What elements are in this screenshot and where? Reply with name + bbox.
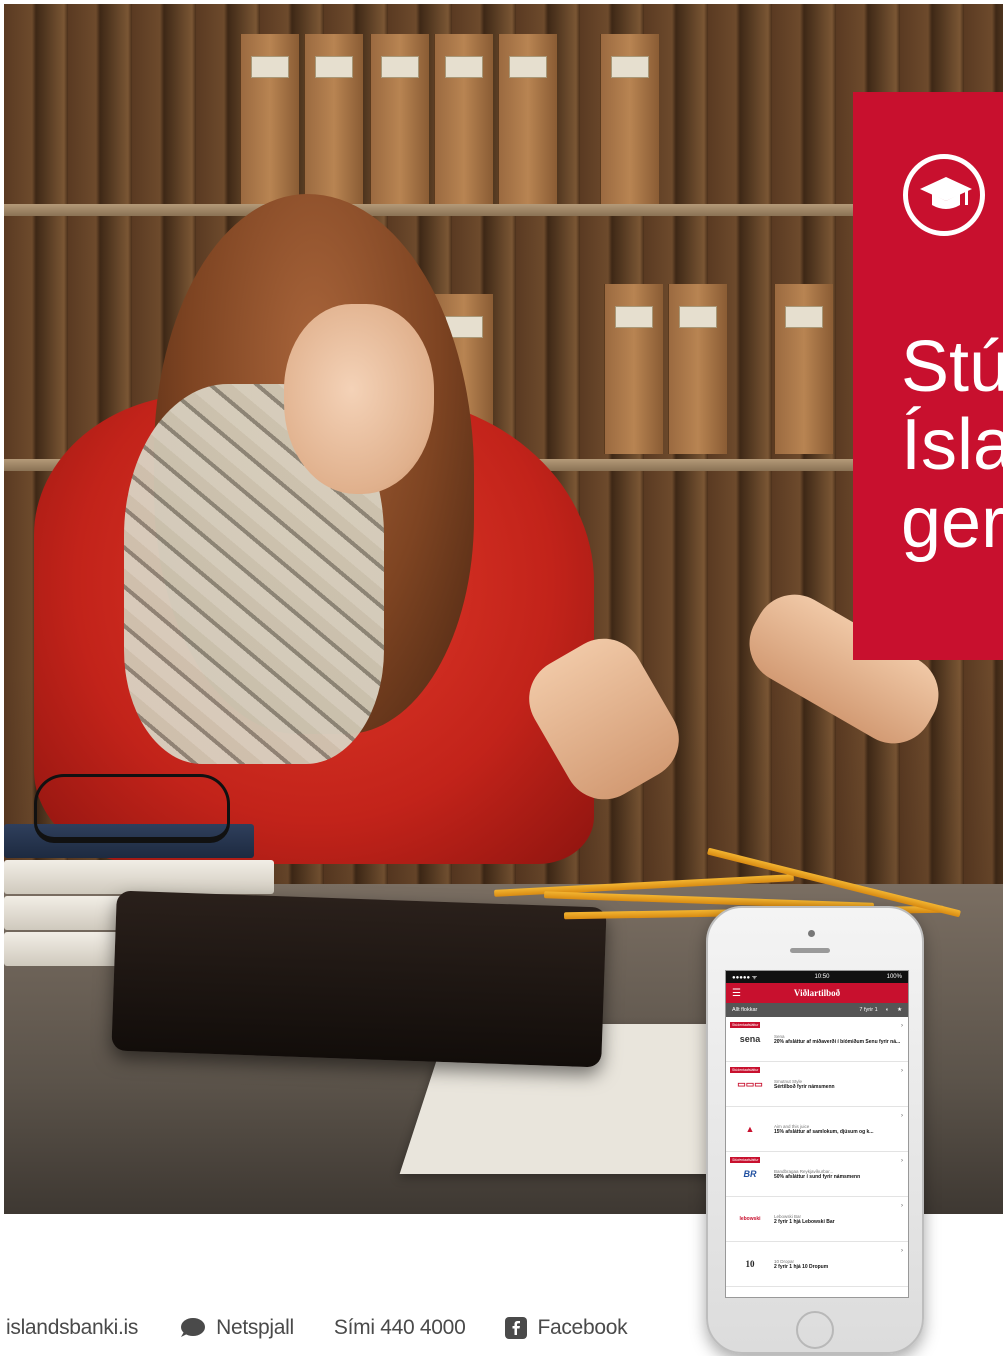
merchant-logo: ▲ (730, 1115, 770, 1143)
student-discount-tag: Stúdentaafsláttur (730, 1067, 761, 1073)
offer-description: 2 fyrir 1 hjá Lebowski Bar (774, 1218, 835, 1225)
promo-banner: Stú Ísla ger (853, 92, 1003, 660)
status-signal: ●●●●● ᯤ (732, 975, 758, 981)
logo-text: BR (743, 1169, 757, 1179)
chat-label: Netspjall (216, 1316, 294, 1339)
facebook-icon (505, 1317, 528, 1339)
home-button[interactable] (796, 1311, 834, 1349)
logo-text: sena (739, 1034, 761, 1044)
app-header: ☰ Viðlartilboð (726, 983, 908, 1003)
offer-item[interactable]: 10 10 Dropar 2 fyrir 1 hjá 10 Dropum › (726, 1242, 908, 1287)
binder (600, 34, 659, 204)
facebook-label: Facebook (537, 1316, 628, 1339)
student-discount-tag: Stúdentaafsláttur (730, 1022, 761, 1028)
footer: islandsbanki.is Netspjall Sími 440 4000 … (6, 1312, 667, 1344)
offer-item[interactable]: Stúdentaafsláttur ▭▭▭ Smutnut Style Sért… (726, 1062, 908, 1107)
chat-bubble-icon (178, 1317, 206, 1339)
binder (604, 284, 663, 454)
app-title: Viðlartilboð (793, 988, 841, 998)
binder (304, 34, 363, 204)
chat-link[interactable]: Netspjall (178, 1316, 294, 1340)
book (4, 860, 274, 894)
graduation-cap-icon (903, 154, 985, 236)
status-bar: ●●●●● ᯤ 10:50 100% (726, 971, 908, 983)
chevron-right-icon: › (901, 1113, 903, 1119)
offer-item[interactable]: Stúdentaafsláttur sena Sena 20% afsláttu… (726, 1017, 908, 1062)
logo-text: lebowski (739, 1216, 761, 1222)
logo-text: ▲ (745, 1124, 755, 1134)
filter-bar: Allt flokkar 7 fyrir 1 ◐ ★ (726, 1003, 908, 1017)
chevron-right-icon: › (901, 1023, 903, 1029)
offer-item[interactable]: ▲ Aim and this juice 15% afsláttur af sa… (726, 1107, 908, 1152)
filter-icon[interactable]: ◐ (886, 1007, 889, 1013)
logo-text: ▭▭▭ (737, 1078, 763, 1089)
person-face (284, 304, 434, 494)
website-link[interactable]: islandsbanki.is (6, 1316, 138, 1340)
binder (240, 34, 299, 204)
chevron-right-icon: › (901, 1203, 903, 1209)
phone-number[interactable]: Sími 440 4000 (334, 1316, 466, 1340)
offer-description: 2 fyrir 1 hjá 10 Dropum (774, 1263, 829, 1270)
binder (498, 34, 557, 204)
chevron-right-icon: › (901, 1068, 903, 1074)
phone-camera (808, 930, 815, 937)
merchant-logo: 10 (730, 1250, 770, 1278)
banner-title-line: Ísla (901, 405, 1003, 485)
offer-filter[interactable]: 7 fyrir 1 (859, 1007, 877, 1013)
phone-screen: ●●●●● ᯤ 10:50 100% ☰ Viðlartilboð Allt f… (725, 970, 909, 1298)
banner-title-line: ger (901, 483, 1003, 563)
offer-description: 20% afsláttur af miðaverði í bíómiðum Se… (774, 1038, 901, 1045)
offer-description: Sértilboð fyrir námsmenn (774, 1083, 835, 1090)
offer-item[interactable]: lebowski Lebowski Bar 2 fyrir 1 hjá Lebo… (726, 1197, 908, 1242)
phone-mockup: ●●●●● ᯤ 10:50 100% ☰ Viðlartilboð Allt f… (706, 906, 924, 1354)
banner-title: Stú Ísla ger (901, 328, 1003, 562)
merchant-logo: Stúdentaafsláttur ▭▭▭ (730, 1067, 770, 1098)
banner-title-line: Stú (901, 327, 1003, 407)
facebook-link[interactable]: Facebook (505, 1316, 628, 1340)
eyeglasses (34, 774, 230, 843)
category-filter[interactable]: Allt flokkar (732, 1007, 757, 1013)
student-discount-tag: Stúdentaafsláttur (730, 1157, 761, 1163)
binder (668, 284, 727, 454)
chevron-right-icon: › (901, 1158, 903, 1164)
binder (774, 284, 833, 454)
phone-speaker (790, 948, 830, 953)
binder (370, 34, 429, 204)
binder (434, 34, 493, 204)
merchant-logo: Stúdentaafsláttur sena (730, 1022, 770, 1053)
offer-description: 50% afsláttur í sund fyrir námsmenn (774, 1173, 861, 1180)
chevron-right-icon: › (901, 1248, 903, 1254)
offer-item[interactable]: Stúdentaafsláttur BR Bandbragaa Reykjaví… (726, 1152, 908, 1197)
leather-folder (111, 890, 607, 1068)
merchant-logo: lebowski (730, 1205, 770, 1233)
status-time: 10:50 (814, 974, 830, 980)
status-battery: 100% (886, 974, 902, 980)
merchant-logo: Stúdentaafsláttur BR (730, 1157, 770, 1188)
offer-description: 15% afsláttur af samlokum, djúsum og k..… (774, 1128, 874, 1135)
star-icon[interactable]: ★ (897, 1007, 902, 1013)
logo-text: 10 (745, 1259, 755, 1269)
